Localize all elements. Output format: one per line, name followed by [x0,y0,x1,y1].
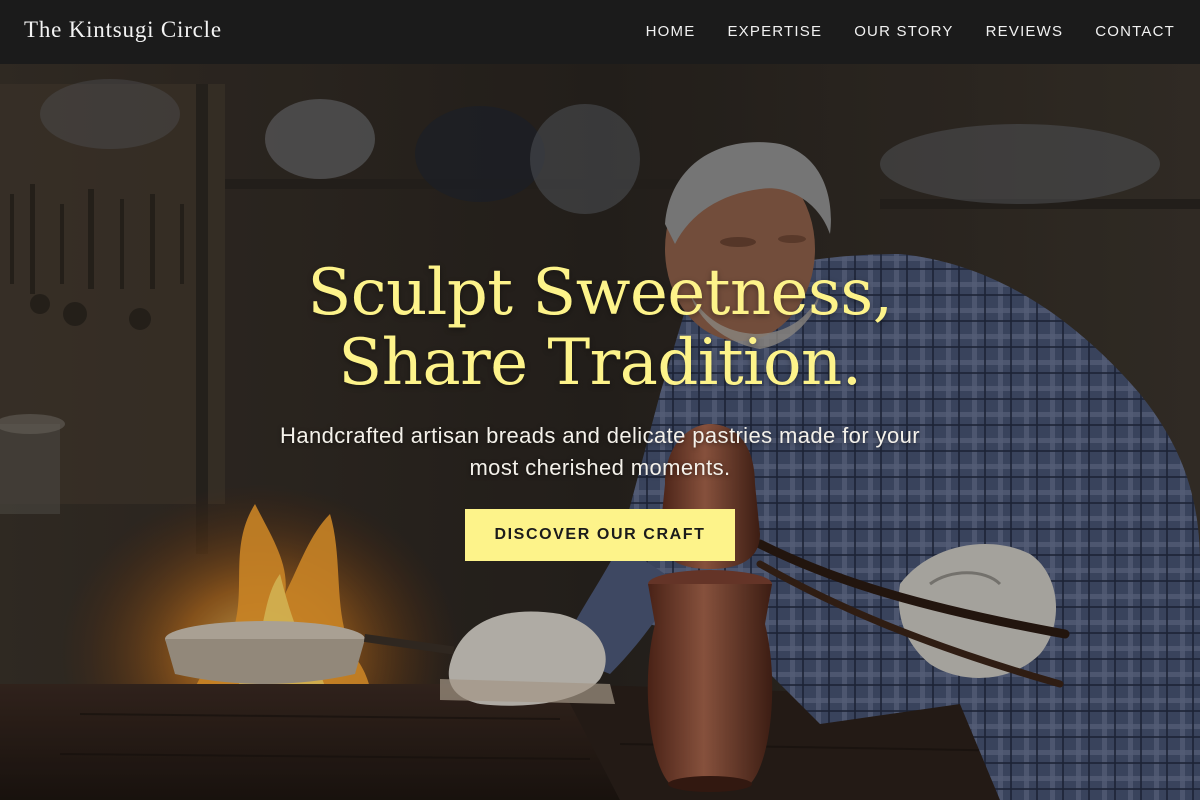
discover-craft-button[interactable]: DISCOVER OUR CRAFT [465,509,735,561]
hero-title-line-2: Share Tradition. [338,326,862,400]
nav-link-our-story[interactable]: OUR STORY [854,23,953,40]
nav-item-expertise: EXPERTISE [727,23,822,41]
nav-item-our-story: OUR STORY [854,23,953,41]
hero-title: Sculpt Sweetness, Share Tradition. [0,258,1200,398]
brand-logo[interactable]: The Kintsugi Circle [24,17,222,43]
nav-link-reviews[interactable]: REVIEWS [986,23,1064,40]
hero-subtitle: Handcrafted artisan breads and delicate … [280,423,920,480]
nav-links: HOME EXPERTISE OUR STORY REVIEWS CONTACT [646,0,1175,64]
nav-item-reviews: REVIEWS [986,23,1064,41]
nav-link-home[interactable]: HOME [646,23,696,40]
hero-section: Sculpt Sweetness, Share Tradition. Handc… [0,258,1200,561]
nav-link-contact[interactable]: CONTACT [1095,23,1175,40]
hero-title-line-1: Sculpt Sweetness, [307,256,893,330]
nav-link-expertise[interactable]: EXPERTISE [727,23,822,40]
nav-item-contact: CONTACT [1095,23,1175,41]
nav-item-home: HOME [646,23,696,41]
site-navbar: The Kintsugi Circle HOME EXPERTISE OUR S… [0,0,1200,64]
